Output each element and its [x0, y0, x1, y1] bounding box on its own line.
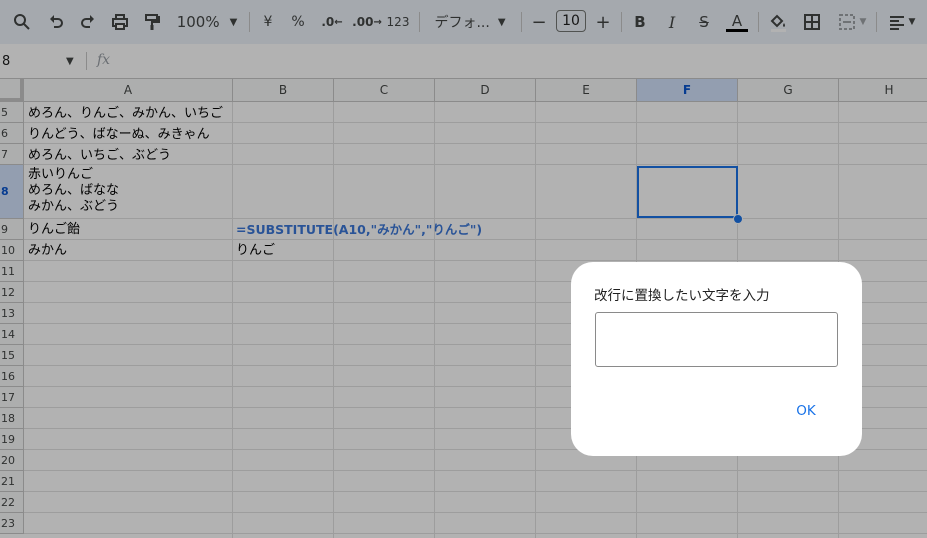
dialog-prompt-text: 改行に置換したい文字を入力 — [594, 288, 770, 304]
ok-button[interactable]: OK — [776, 396, 836, 426]
dialog-text-input[interactable] — [595, 312, 838, 367]
prompt-dialog: 改行に置換したい文字を入力 OK — [571, 262, 862, 456]
